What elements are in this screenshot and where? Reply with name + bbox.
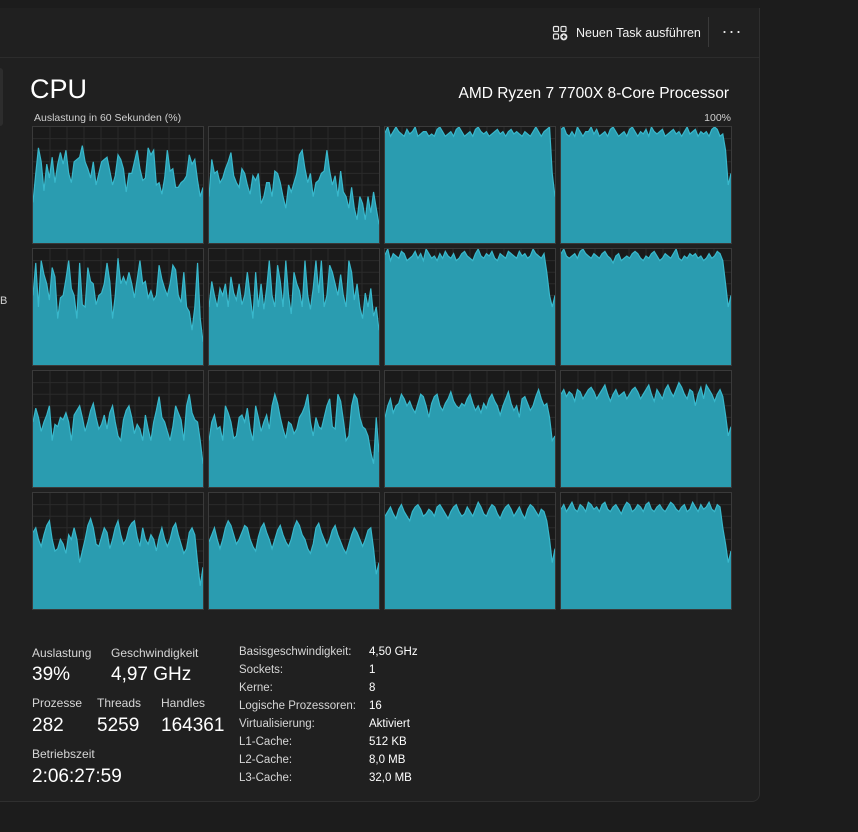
core-utilization-area: [561, 127, 731, 243]
core-graph-6: [384, 248, 556, 366]
core-graph-13: [208, 492, 380, 610]
page-title: CPU: [30, 74, 88, 104]
cores-label: Kerne:: [239, 682, 273, 694]
cores-value: 8: [369, 682, 376, 694]
core-utilization-area: [561, 382, 731, 487]
processes-value: 282: [32, 715, 64, 736]
cpu-core-graphs: [32, 126, 732, 618]
core-graph-12: [32, 492, 204, 610]
logical-processors-label: Logische Prozessoren:: [239, 700, 356, 712]
toolbar: Neuen Task ausführen ···: [0, 8, 759, 58]
uptime-label: Betriebszeit: [32, 747, 95, 761]
more-options-button[interactable]: ···: [716, 20, 748, 46]
speed-value: 4,97 GHz: [111, 664, 192, 685]
graph-caption: Auslastung in 60 Sekunden (%): [34, 112, 182, 124]
sockets-value: 1: [369, 664, 376, 676]
core-graph-1: [208, 126, 380, 244]
l1-cache-value: 512 KB: [369, 736, 407, 748]
core-graph-7: [560, 248, 732, 366]
cpu-model-name: AMD Ryzen 7 7700X 8-Core Processor: [458, 85, 729, 102]
processes-label: Prozesse: [32, 696, 83, 710]
core-graph-5: [208, 248, 380, 366]
utilization-label: Auslastung: [32, 646, 92, 660]
utilization-value: 39%: [32, 664, 71, 685]
uptime-value: 2:06:27:59: [32, 766, 122, 787]
sidebar-text-fragment: B: [0, 295, 8, 307]
l1-cache-label: L1-Cache:: [239, 736, 293, 748]
virtualization-label: Virtualisierung:: [239, 718, 315, 730]
core-graph-14: [384, 492, 556, 610]
l2-cache-label: L2-Cache:: [239, 754, 293, 766]
virtualization-value: Aktiviert: [369, 718, 410, 730]
core-utilization-area: [385, 127, 555, 243]
core-graph-8: [32, 370, 204, 488]
core-graph-11: [560, 370, 732, 488]
speed-label: Geschwindigkeit: [111, 646, 199, 660]
run-new-task-button[interactable]: Neuen Task ausführen: [546, 20, 707, 46]
toolbar-divider: [708, 17, 709, 47]
threads-value: 5259: [97, 715, 140, 736]
graph-max-label: 100%: [704, 112, 731, 124]
core-graph-3: [560, 126, 732, 244]
core-utilization-area: [561, 249, 731, 365]
core-utilization-area: [385, 249, 555, 365]
l2-cache-value: 8,0 MB: [369, 754, 406, 766]
handles-label: Handles: [161, 696, 206, 710]
core-utilization-area: [209, 520, 379, 609]
sidebar-selection-indicator: [0, 68, 3, 126]
run-task-icon: [552, 25, 568, 41]
core-graph-10: [384, 370, 556, 488]
sockets-label: Sockets:: [239, 664, 284, 676]
l3-cache-value: 32,0 MB: [369, 772, 412, 784]
handles-value: 164361: [161, 715, 225, 736]
run-new-task-label: Neuen Task ausführen: [576, 26, 701, 40]
threads-label: Threads: [97, 696, 142, 710]
logical-processors-value: 16: [369, 700, 382, 712]
core-graph-15: [560, 492, 732, 610]
l3-cache-label: L3-Cache:: [239, 772, 293, 784]
core-graph-2: [384, 126, 556, 244]
base-speed-value: 4,50 GHz: [369, 646, 418, 658]
core-graph-9: [208, 370, 380, 488]
core-graph-0: [32, 126, 204, 244]
core-utilization-area: [561, 502, 731, 609]
core-graph-4: [32, 248, 204, 366]
task-manager-window: Neuen Task ausführen ··· B CPU AMD Ryzen…: [0, 8, 760, 802]
base-speed-label: Basisgeschwindigkeit:: [239, 646, 352, 658]
cpu-stats-panel: Auslastung 39% Geschwindigkeit 4,97 GHz …: [0, 628, 759, 801]
